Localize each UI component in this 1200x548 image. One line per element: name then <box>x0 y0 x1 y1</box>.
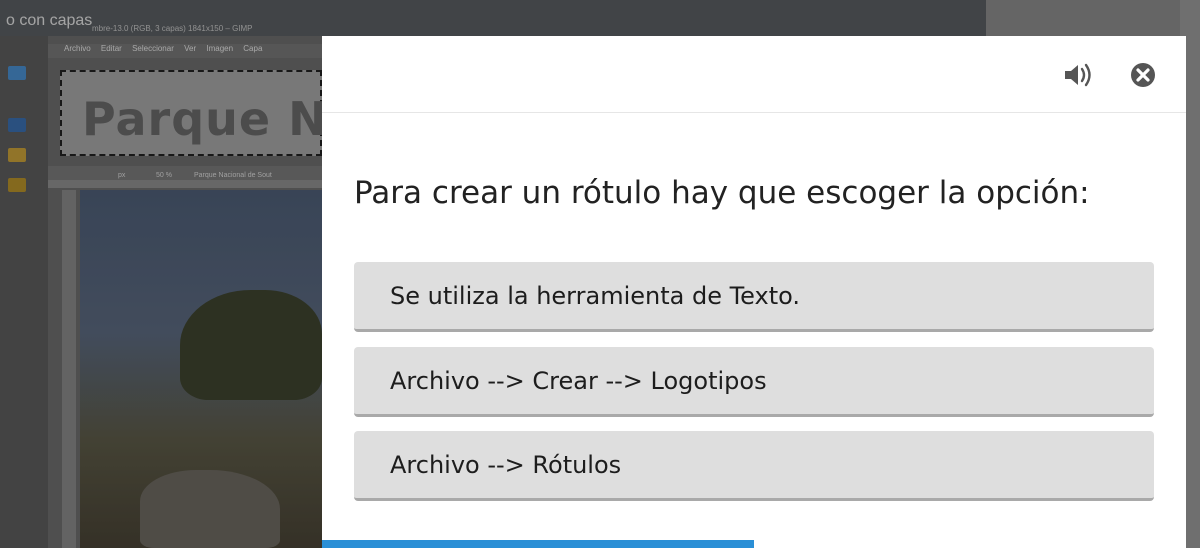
answer-option-3[interactable]: Archivo --> Rótulos <box>354 431 1154 501</box>
answer-option-2[interactable]: Archivo --> Crear --> Logotipos <box>354 347 1154 417</box>
speaker-icon[interactable] <box>1062 58 1096 92</box>
dialog-header <box>322 36 1186 113</box>
close-icon[interactable] <box>1126 58 1160 92</box>
answer-option-1[interactable]: Se utiliza la herramienta de Texto. <box>354 262 1154 332</box>
question-text: Para crear un rótulo hay que escoger la … <box>354 175 1090 211</box>
progress-bar <box>322 540 754 548</box>
quiz-dialog: Para crear un rótulo hay que escoger la … <box>322 36 1186 548</box>
